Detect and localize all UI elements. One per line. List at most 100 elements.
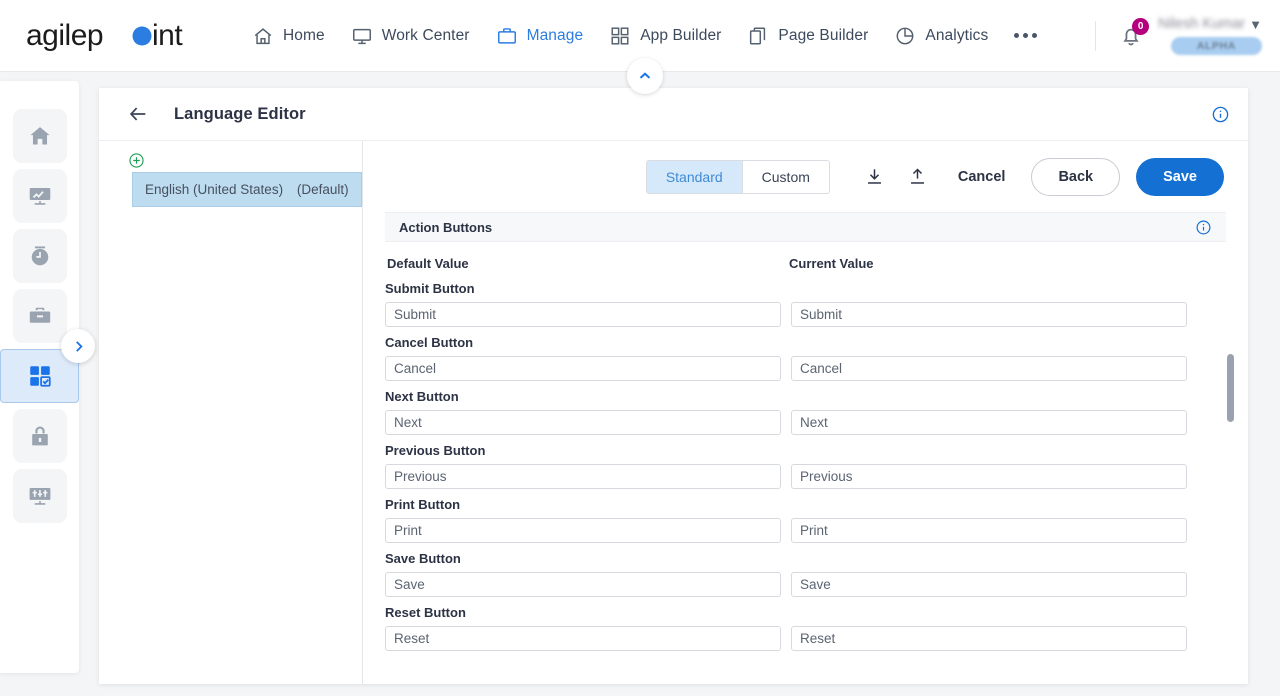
download-icon[interactable] — [864, 166, 885, 187]
default-value-input[interactable] — [385, 626, 781, 651]
back-button[interactable]: Back — [1031, 157, 1121, 196]
nav-item-analytics[interactable]: Analytics — [894, 25, 988, 47]
default-value-input[interactable] — [385, 464, 781, 489]
field-inputs — [385, 302, 1226, 327]
user-menu[interactable]: Nilesh Kumar ▼ ALPHA — [1158, 16, 1262, 55]
nav-item-work-center[interactable]: Work Center — [351, 25, 470, 47]
language-list: English (United States) (Default) — [132, 172, 362, 207]
agilepoint-logo[interactable]: agilep int — [26, 16, 186, 56]
pages-icon — [747, 25, 769, 47]
chart-monitor-icon — [29, 187, 50, 205]
field-row: Next Button — [385, 389, 1226, 435]
mode-toggle-group: Standard Custom — [645, 159, 830, 194]
language-name: English (United States) — [145, 182, 284, 197]
language-editor-card: Language Editor English (United States) … — [99, 88, 1248, 684]
field-label: Reset Button — [385, 605, 466, 620]
field-label: Submit Button — [385, 281, 475, 296]
default-value-input[interactable] — [385, 356, 781, 381]
column-header-current: Current Value — [789, 256, 874, 271]
sidebar-item-security[interactable] — [12, 409, 67, 463]
nav-item-analytics-label: Analytics — [925, 26, 989, 44]
save-button[interactable]: Save — [1136, 157, 1224, 196]
monitor-icon — [351, 25, 373, 47]
header-info-icon[interactable] — [1211, 105, 1230, 124]
sidebar-item-settings[interactable] — [12, 469, 67, 523]
page-title: Language Editor — [174, 104, 306, 123]
current-value-input[interactable] — [791, 356, 1187, 381]
field-row: Reset Button — [385, 605, 1226, 651]
field-inputs — [385, 464, 1226, 489]
expand-sidebar-button[interactable] — [61, 329, 95, 363]
upload-icon[interactable] — [907, 166, 928, 187]
collapse-navigation-button[interactable] — [627, 58, 663, 94]
language-default-tag: (Default) — [296, 182, 349, 197]
nav-item-app-builder-label: App Builder — [640, 26, 722, 44]
lock-icon — [31, 426, 48, 446]
user-menu-row[interactable]: Nilesh Kumar ▼ — [1158, 16, 1262, 32]
notifications-button[interactable]: 0 — [1118, 17, 1150, 49]
current-value-input[interactable] — [791, 410, 1187, 435]
sidebar-item-reports[interactable] — [12, 169, 67, 223]
current-value-input[interactable] — [791, 518, 1187, 543]
back-arrow-icon[interactable] — [127, 103, 149, 125]
current-value-input[interactable] — [791, 464, 1187, 489]
card-body: English (United States) (Default) Standa… — [99, 141, 1248, 684]
field-row: Print Button — [385, 497, 1226, 543]
field-inputs — [385, 410, 1226, 435]
home-icon — [29, 127, 50, 145]
nav-item-manage[interactable]: Manage — [496, 25, 584, 47]
home-icon — [252, 25, 274, 47]
nav-item-page-builder[interactable]: Page Builder — [747, 25, 868, 47]
scrollbar-track[interactable] — [1227, 272, 1234, 684]
current-value-input[interactable] — [791, 626, 1187, 651]
section-header: Action Buttons — [385, 212, 1226, 242]
field-label: Save Button — [385, 551, 461, 566]
field-row: Submit Button — [385, 281, 1226, 327]
field-inputs — [385, 626, 1226, 651]
more-menu-icon[interactable] — [1014, 33, 1038, 38]
default-value-input[interactable] — [385, 572, 781, 597]
section-info-icon[interactable] — [1195, 219, 1212, 236]
default-value-input[interactable] — [385, 410, 781, 435]
default-value-input[interactable] — [385, 518, 781, 543]
sidebar-item-timer[interactable] — [12, 229, 67, 283]
field-label: Previous Button — [385, 443, 486, 458]
nav-item-manage-label: Manage — [526, 26, 584, 44]
default-value-input[interactable] — [385, 302, 781, 327]
chevron-right-icon — [75, 340, 83, 352]
tab-custom[interactable]: Custom — [741, 160, 829, 193]
apps-check-icon — [29, 366, 51, 387]
field-label: Cancel Button — [385, 335, 474, 350]
fields-scroll-area: Default Value Current Value Submit Butto… — [363, 242, 1248, 684]
grid-icon — [609, 25, 631, 47]
nav-item-home[interactable]: Home — [252, 25, 325, 47]
list-item[interactable]: English (United States) (Default) — [132, 172, 362, 207]
scrollbar-thumb[interactable] — [1227, 354, 1234, 422]
field-row: Cancel Button — [385, 335, 1226, 381]
primary-nav-items: Home Work Center Manage App Builder Page… — [252, 25, 1057, 47]
stopwatch-icon — [31, 246, 48, 266]
current-value-input[interactable] — [791, 572, 1187, 597]
tab-standard[interactable]: Standard — [646, 160, 742, 193]
nav-divider — [1095, 20, 1097, 51]
toolbox-icon — [29, 307, 50, 323]
pie-chart-icon — [894, 25, 916, 47]
field-label: Next Button — [385, 389, 459, 404]
add-language-icon[interactable] — [128, 152, 145, 169]
section-title: Action Buttons — [399, 219, 493, 235]
cancel-button[interactable]: Cancel — [958, 169, 1006, 185]
nav-item-work-center-label: Work Center — [381, 26, 470, 44]
nav-item-app-builder[interactable]: App Builder — [609, 25, 721, 47]
svg-text:int: int — [152, 19, 183, 52]
field-inputs — [385, 518, 1226, 543]
chevron-down-icon: ▼ — [1249, 16, 1262, 32]
chevron-up-icon — [639, 72, 651, 79]
nav-item-home-label: Home — [283, 26, 325, 44]
sidebar-item-home[interactable] — [12, 109, 67, 163]
user-name-label: Nilesh Kumar — [1158, 16, 1246, 32]
nav-item-page-builder-label: Page Builder — [778, 26, 869, 44]
sidebar-item-toolbox[interactable] — [12, 289, 67, 343]
nav-right-cluster: 0 Nilesh Kumar ▼ ALPHA — [1095, 0, 1280, 72]
field-label: Print Button — [385, 497, 461, 512]
current-value-input[interactable] — [791, 302, 1187, 327]
